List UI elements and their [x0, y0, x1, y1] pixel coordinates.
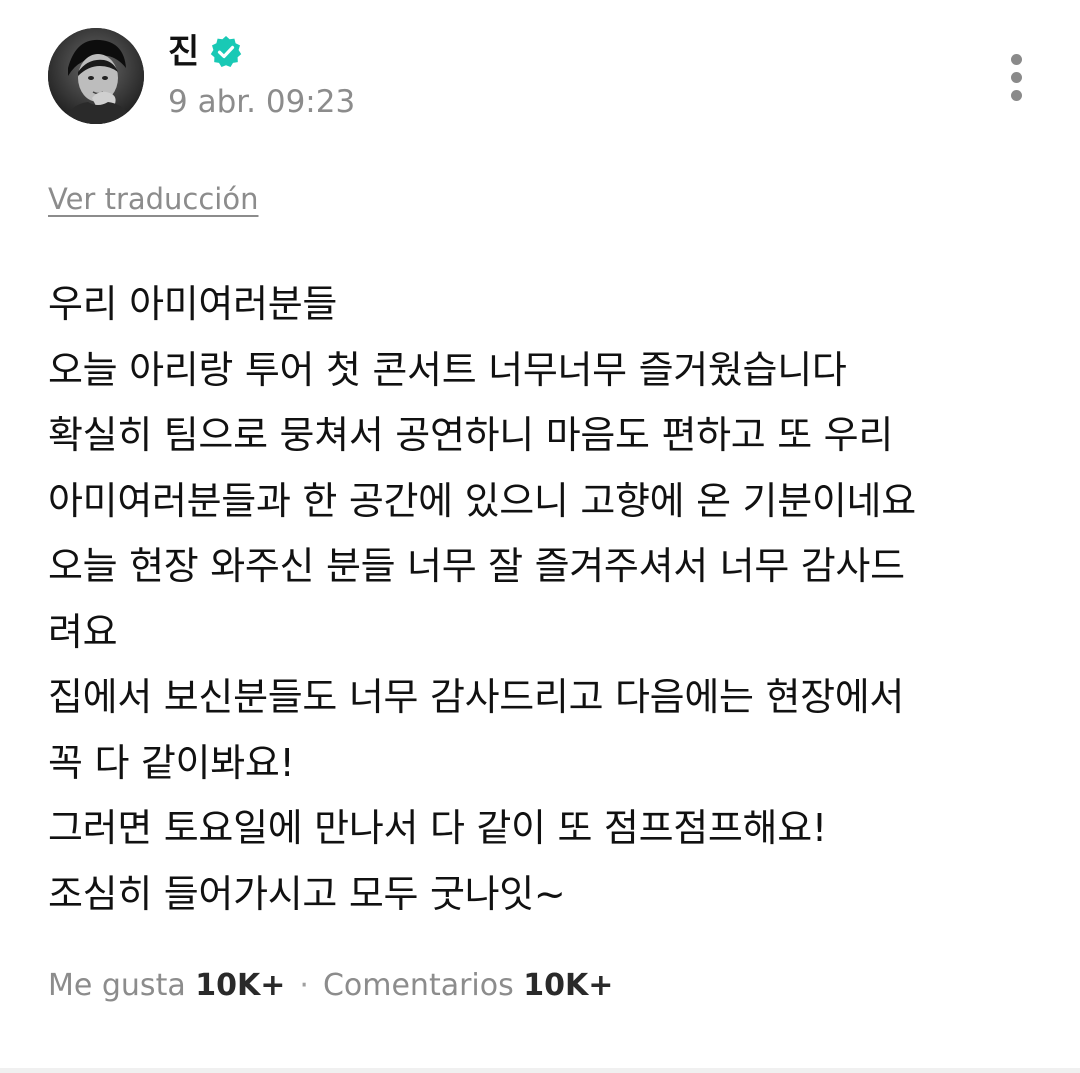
post-body-line: 오늘 아리랑 투어 첫 콘서트 너무너무 즐거웠습니다: [48, 347, 847, 392]
post-body-line: 오늘 현장 와주신 분들 너무 잘 즐겨주셔서 너무 감사드: [48, 544, 905, 588]
post-body-line: 려요: [48, 609, 118, 654]
post-body-line: 집에서 보신분들도 너무 감사드리고 다음에는 현장에서: [48, 675, 905, 719]
comments-count: 10K+: [523, 968, 614, 1003]
more-vertical-icon-dot: [1011, 54, 1022, 65]
post-body-line: 확실히 팀으로 뭉쳐서 공연하니 마음도 편하고 또 우리: [48, 413, 893, 457]
more-options-button[interactable]: [996, 50, 1038, 104]
see-translation-link[interactable]: Ver traducción: [48, 179, 259, 219]
post-body-line: 우리 아미여러분들: [48, 282, 338, 326]
author-name[interactable]: 진: [168, 30, 199, 74]
avatar-photo: [48, 28, 144, 124]
likes-label: Me gusta: [48, 968, 186, 1003]
author-avatar[interactable]: [48, 28, 144, 124]
more-vertical-icon-dot: [1011, 72, 1022, 83]
likes-count: 10K+: [195, 968, 286, 1003]
engagement-bar: Me gusta 10K+ · Comentarios 10K+: [48, 963, 613, 1009]
likes-button[interactable]: Me gusta 10K+: [48, 968, 285, 1003]
comments-label: Comentarios: [322, 968, 514, 1003]
post-body: 우리 아미여러분들 오늘 아리랑 투어 첫 콘서트 너무너무 즐거웠습니다 확실…: [48, 272, 1038, 927]
post-timestamp: 9 abr. 09:23: [168, 84, 356, 120]
post-body-line: 꼭 다 같이봐요!: [48, 740, 295, 785]
post-body-line: 조심히 들어가시고 모두 굿나잇~: [48, 871, 566, 916]
engagement-separator: ·: [299, 968, 309, 1003]
post-body-line: 그러면 토요일에 만나서 다 같이 또 점프점프해요!: [48, 806, 827, 850]
verified-badge-icon: [210, 36, 242, 67]
bottom-divider: [0, 1068, 1080, 1073]
post-card: 진 9 abr. 09:23 Ver traducción 우리 아미여러분들 …: [0, 0, 1080, 1073]
post-body-line: 아미여러분들과 한 공간에 있으니 고향에 온 기분이네요: [48, 478, 916, 523]
more-vertical-icon-dot: [1011, 90, 1022, 101]
comments-button[interactable]: Comentarios 10K+: [323, 968, 613, 1003]
